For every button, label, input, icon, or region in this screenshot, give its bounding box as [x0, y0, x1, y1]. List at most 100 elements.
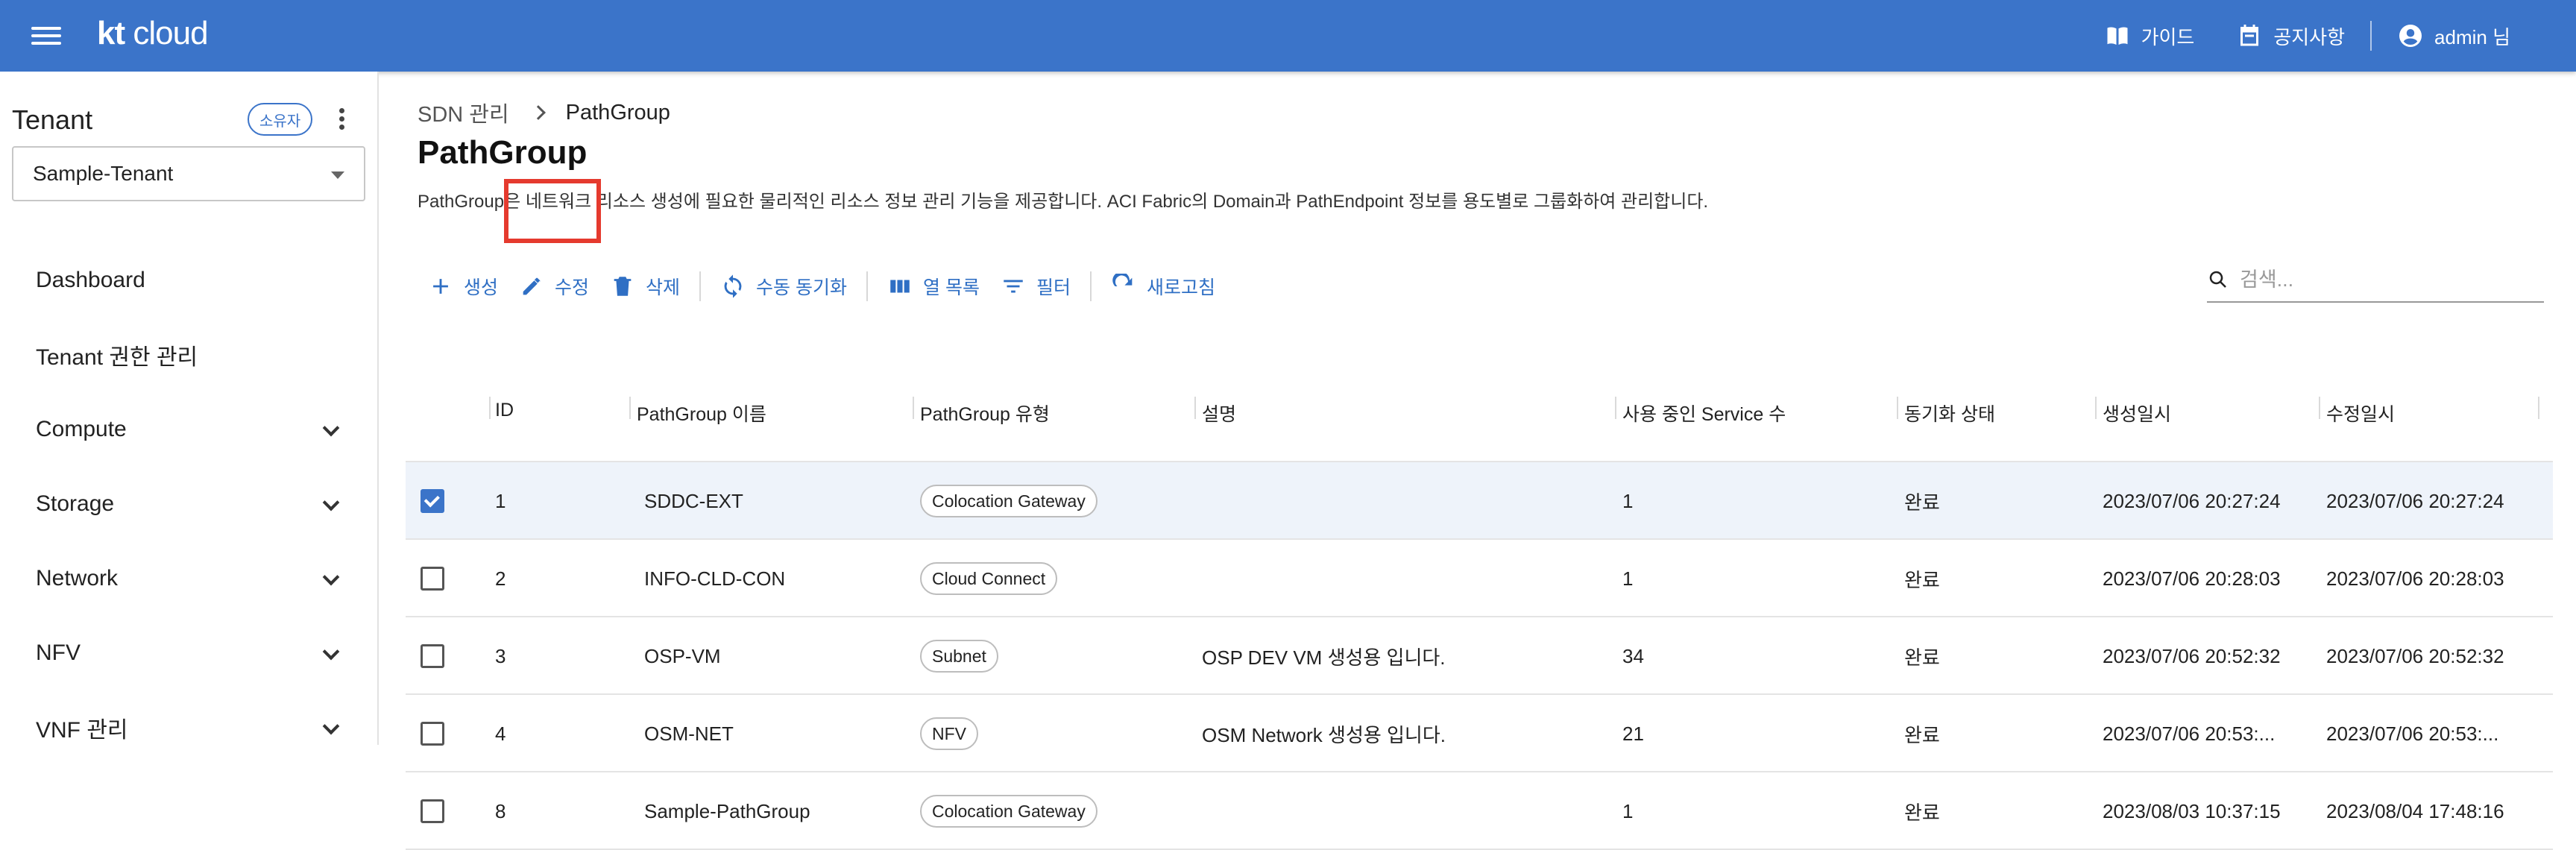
guide-link[interactable]: 가이드	[2083, 22, 2216, 50]
columns-button[interactable]: 열 목록	[877, 259, 990, 313]
cell-name: INFO-CLD-CON	[644, 567, 786, 590]
cell-name: Sample-PathGroup	[644, 799, 810, 822]
table-row[interactable]: 3 OSP-VM Subnet OSP DEV VM 생성용 입니다. 34 완…	[406, 617, 2553, 695]
header-description[interactable]: 설명	[1202, 400, 1236, 426]
row-checkbox[interactable]	[421, 489, 444, 513]
table-row[interactable]: 2 INFO-CLD-CON Cloud Connect 1 완료 2023/0…	[406, 540, 2553, 617]
sidebar-item-label: NFV	[36, 640, 81, 665]
columns-label: 열 목록	[923, 277, 980, 298]
chevron-down-icon	[322, 419, 340, 437]
sidebar-item-compute[interactable]: Compute	[0, 392, 377, 467]
toolbar-divider	[1089, 271, 1092, 301]
sidebar: Tenant 소유자 Sample-Tenant Dashboard Tenan…	[0, 72, 379, 745]
search-box	[2207, 258, 2544, 303]
manual-sync-button[interactable]: 수동 동기화	[710, 259, 857, 313]
table-row[interactable]: 1 SDDC-EXT Colocation Gateway 1 완료 2023/…	[406, 462, 2553, 540]
tenant-select-value: Sample-Tenant	[33, 162, 174, 185]
sidebar-item-label: Dashboard	[36, 268, 145, 292]
column-divider	[913, 397, 914, 419]
column-divider	[2319, 397, 2320, 419]
sidebar-item-label: Compute	[36, 417, 127, 441]
sidebar-item-label: Tenant 권한 관리	[36, 345, 198, 370]
sidebar-item-label: VNF 관리	[36, 718, 128, 743]
cell-id: 3	[495, 644, 506, 667]
edit-button[interactable]: 수정	[508, 259, 599, 313]
app-bar: kt cloud 가이드 공지사항 admin 님	[0, 0, 2576, 72]
cell-sync-status: 완료	[1904, 491, 1940, 514]
cell-updated: 2023/08/04 17:48:16	[2326, 799, 2504, 822]
cell-description: OSP DEV VM 생성용 입니다.	[1202, 646, 1446, 669]
sidebar-item-storage[interactable]: Storage	[0, 467, 377, 541]
sync-icon	[724, 274, 742, 298]
view-column-icon	[890, 280, 910, 293]
sidebar-item-label: Storage	[36, 491, 115, 516]
filter-button[interactable]: 필터	[990, 259, 1081, 313]
pathgroup-table: ID PathGroup 이름 PathGroup 유형 설명 사용 중인 Se…	[406, 352, 2553, 850]
header-sync-status[interactable]: 동기화 상태	[1904, 400, 1995, 426]
cell-sync-status: 완료	[1904, 646, 1940, 669]
sidebar-item-vnf[interactable]: VNF 관리	[0, 690, 377, 765]
search-input[interactable]	[2240, 268, 2523, 292]
column-divider	[2095, 397, 2097, 419]
tenant-title: Tenant	[12, 104, 93, 135]
cell-created: 2023/07/06 20:52:32	[2103, 644, 2281, 667]
filter-icon	[1004, 280, 1023, 293]
table-row[interactable]: 4 OSM-NET NFV OSM Network 생성용 입니다. 21 완료…	[406, 695, 2553, 772]
header-created[interactable]: 생성일시	[2103, 400, 2171, 426]
type-chip: Colocation Gateway	[920, 485, 1098, 517]
refresh-button[interactable]: 새로고침	[1100, 259, 1226, 313]
logo[interactable]: kt cloud	[97, 15, 209, 52]
chevron-down-icon	[322, 717, 340, 735]
logo-cloud: cloud	[133, 15, 208, 51]
create-label: 생성	[464, 277, 499, 298]
column-divider	[2538, 397, 2539, 419]
cell-sync-status: 완료	[1904, 723, 1940, 746]
sidebar-item-network[interactable]: Network	[0, 541, 377, 616]
logo-kt: kt	[97, 15, 125, 51]
owner-badge: 소유자	[248, 103, 313, 136]
breadcrumb-current: PathGroup	[565, 100, 670, 125]
create-button[interactable]: 생성	[418, 259, 508, 313]
row-checkbox[interactable]	[421, 644, 444, 668]
user-menu[interactable]: admin 님	[2376, 22, 2531, 50]
hamburger-icon[interactable]	[30, 22, 63, 49]
cell-updated: 2023/07/06 20:53:...	[2326, 722, 2499, 745]
sidebar-nav: Dashboard Tenant 권한 관리 Compute Storage N…	[0, 243, 377, 765]
header-id[interactable]: ID	[495, 400, 514, 421]
table-header: ID PathGroup 이름 PathGroup 유형 설명 사용 중인 Se…	[406, 352, 2553, 462]
toolbar-divider	[866, 271, 868, 301]
row-checkbox[interactable]	[421, 722, 444, 746]
notice-link[interactable]: 공지사항	[2215, 22, 2366, 50]
header-type[interactable]: PathGroup 유형	[920, 400, 1050, 426]
more-vert-icon[interactable]	[334, 106, 349, 136]
cell-description: OSM Network 생성용 입니다.	[1202, 723, 1446, 746]
header-name[interactable]: PathGroup 이름	[637, 400, 766, 426]
type-chip: NFV	[920, 717, 978, 750]
chevron-down-icon	[322, 494, 340, 511]
cell-updated: 2023/07/06 20:28:03	[2326, 567, 2504, 590]
plus-icon	[433, 279, 448, 294]
guide-label: 가이드	[2141, 25, 2195, 48]
table-row[interactable]: 8 Sample-PathGroup Colocation Gateway 1 …	[406, 772, 2553, 850]
sidebar-item-dashboard[interactable]: Dashboard	[0, 243, 377, 318]
appbar-divider	[2370, 21, 2372, 51]
row-checkbox[interactable]	[421, 799, 444, 823]
row-checkbox[interactable]	[421, 567, 444, 591]
tenant-select[interactable]: Sample-Tenant	[12, 146, 365, 201]
header-updated[interactable]: 수정일시	[2326, 400, 2395, 426]
cell-created: 2023/07/06 20:27:24	[2103, 489, 2281, 512]
cell-service-count: 1	[1622, 799, 1634, 822]
cell-updated: 2023/07/06 20:27:24	[2326, 489, 2504, 512]
page-title: PathGroup	[418, 134, 588, 171]
delete-button[interactable]: 삭제	[599, 259, 690, 313]
sidebar-item-tenant-permissions[interactable]: Tenant 권한 관리	[0, 318, 377, 392]
edit-button-highlight	[504, 179, 601, 243]
header-service-count[interactable]: 사용 중인 Service 수	[1622, 400, 1786, 426]
sidebar-item-nfv[interactable]: NFV	[0, 616, 377, 690]
toolbar: 생성 수정 삭제 수동 동기화 열 목록 필터 새로고침	[418, 252, 1226, 321]
type-chip: Cloud Connect	[920, 562, 1058, 595]
cell-name: OSP-VM	[644, 644, 721, 667]
book-icon	[2107, 27, 2128, 45]
breadcrumb-parent[interactable]: SDN 관리	[418, 97, 509, 128]
cell-id: 8	[495, 799, 506, 822]
